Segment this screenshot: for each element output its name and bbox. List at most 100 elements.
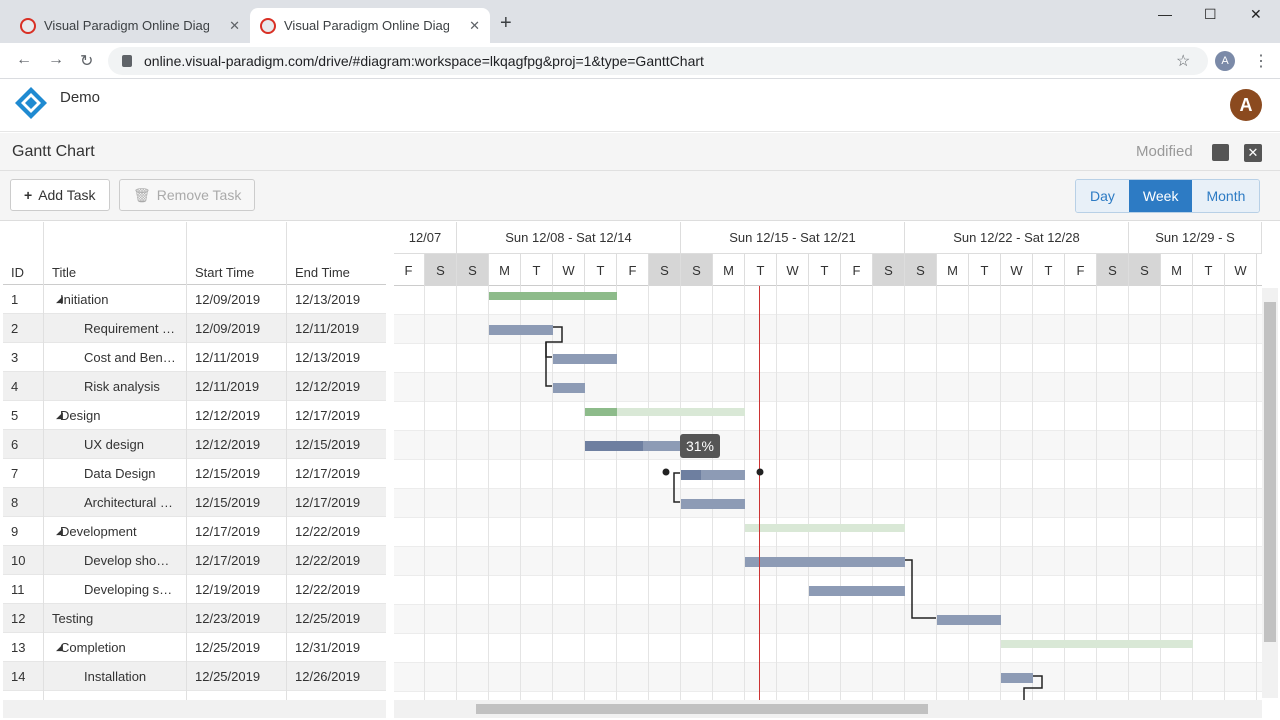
task-bar[interactable]: [1001, 673, 1033, 683]
table-row[interactable]: 6 UX design 12/12/2019 12/15/2019: [3, 430, 386, 459]
vertical-scroll-thumb[interactable]: [1264, 302, 1276, 642]
row-end[interactable]: 12/17/2019: [295, 408, 360, 423]
task-bar[interactable]: [745, 557, 905, 567]
bookmark-star-icon[interactable]: ☆: [1176, 51, 1190, 71]
row-title[interactable]: Data Design: [84, 466, 182, 481]
table-row[interactable]: 12 Testing 12/23/2019 12/25/2019: [3, 604, 386, 633]
task-bar[interactable]: [489, 325, 553, 335]
view-day-button[interactable]: Day: [1076, 180, 1129, 212]
row-start[interactable]: 12/25/2019: [195, 640, 260, 655]
row-title[interactable]: Architectural …: [84, 495, 182, 510]
add-task-button[interactable]: + Add Task: [10, 179, 110, 211]
row-start[interactable]: 12/25/2019: [195, 669, 260, 684]
remove-task-button[interactable]: 🗑 Remove Task: [119, 179, 256, 211]
summary-bar[interactable]: [585, 408, 745, 416]
table-row[interactable]: 10 Develop sho… 12/17/2019 12/22/2019: [3, 546, 386, 575]
back-icon[interactable]: ←: [16, 51, 32, 69]
summary-bar[interactable]: [745, 524, 905, 532]
url-field[interactable]: online.visual-paradigm.com/drive/#diagra…: [108, 47, 1208, 75]
row-end[interactable]: 12/26/2019: [295, 669, 360, 684]
row-start[interactable]: 12/12/2019: [195, 437, 260, 452]
row-title[interactable]: Design: [60, 408, 182, 423]
summary-bar[interactable]: [1001, 640, 1193, 648]
task-bar[interactable]: [553, 383, 585, 393]
row-start[interactable]: 12/11/2019: [195, 350, 259, 365]
row-start[interactable]: 12/17/2019: [195, 553, 260, 568]
view-week-button[interactable]: Week: [1128, 180, 1193, 212]
browser-menu-icon[interactable]: ⋮: [1253, 51, 1269, 71]
row-start[interactable]: 12/23/2019: [195, 611, 260, 626]
row-start[interactable]: 12/15/2019: [195, 495, 260, 510]
window-close-icon[interactable]: ✕: [1250, 6, 1262, 23]
row-start[interactable]: 12/17/2019: [195, 524, 260, 539]
column-header-start[interactable]: Start Time: [195, 265, 254, 280]
new-tab-icon[interactable]: +: [500, 12, 512, 35]
table-row[interactable]: 9 ◢ Development 12/17/2019 12/22/2019: [3, 517, 386, 546]
row-title[interactable]: Risk analysis: [84, 379, 182, 394]
summary-bar[interactable]: [489, 292, 617, 300]
table-row[interactable]: 13 ◢ Completion 12/25/2019 12/31/2019: [3, 633, 386, 662]
column-header-title[interactable]: Title: [52, 265, 76, 280]
browser-tab-2[interactable]: Visual Paradigm Online Diagrams ✕: [250, 8, 490, 43]
browser-tab-1[interactable]: Visual Paradigm Online Diagrams ✕: [10, 8, 250, 43]
close-tab-icon[interactable]: ✕: [229, 18, 240, 34]
table-row[interactable]: 7 Data Design 12/15/2019 12/17/2019: [3, 459, 386, 488]
vertical-scrollbar[interactable]: [1262, 288, 1278, 698]
row-end[interactable]: 12/11/2019: [295, 321, 359, 336]
row-end[interactable]: 12/13/2019: [295, 350, 360, 365]
user-avatar[interactable]: A: [1230, 89, 1262, 121]
save-icon[interactable]: [1212, 144, 1229, 161]
forward-icon[interactable]: →: [48, 51, 64, 69]
close-document-icon[interactable]: ✕: [1244, 144, 1262, 162]
task-bar[interactable]: [553, 354, 617, 364]
row-start[interactable]: 12/15/2019: [195, 466, 260, 481]
horizontal-scroll-thumb[interactable]: [476, 704, 928, 714]
row-end[interactable]: 12/25/2019: [295, 611, 360, 626]
row-end[interactable]: 12/13/2019: [295, 292, 360, 307]
table-row[interactable]: 2 Requirement … 12/09/2019 12/11/2019: [3, 314, 386, 343]
row-title[interactable]: Testing: [52, 611, 182, 626]
row-end[interactable]: 12/22/2019: [295, 524, 360, 539]
close-tab-icon[interactable]: ✕: [469, 18, 480, 34]
row-title[interactable]: Requirement …: [84, 321, 182, 336]
table-row[interactable]: 1 ◢ Initiation 12/09/2019 12/13/2019: [3, 285, 386, 314]
row-end[interactable]: 12/22/2019: [295, 553, 360, 568]
task-bar[interactable]: [809, 586, 905, 596]
table-row[interactable]: 11 Developing s… 12/19/2019 12/22/2019: [3, 575, 386, 604]
task-bar[interactable]: [937, 615, 1001, 625]
row-start[interactable]: 12/19/2019: [195, 582, 260, 597]
row-start[interactable]: 12/09/2019: [195, 292, 260, 307]
minimize-icon[interactable]: —: [1158, 6, 1172, 22]
view-month-button[interactable]: Month: [1192, 180, 1260, 212]
row-title[interactable]: Completion: [60, 640, 182, 655]
task-bar[interactable]: [585, 441, 681, 451]
row-title[interactable]: Installation: [84, 669, 182, 684]
table-row[interactable]: 8 Architectural … 12/15/2019 12/17/2019: [3, 488, 386, 517]
row-end[interactable]: 12/17/2019: [295, 495, 360, 510]
row-start[interactable]: 12/11/2019: [195, 379, 259, 394]
row-title[interactable]: Development: [60, 524, 182, 539]
row-title[interactable]: Cost and Ben…: [84, 350, 182, 365]
task-bar[interactable]: [681, 499, 745, 509]
row-end[interactable]: 12/31/2019: [295, 640, 360, 655]
app-name[interactable]: Demo: [60, 89, 100, 106]
maximize-icon[interactable]: ☐: [1204, 6, 1217, 23]
table-row[interactable]: 14 Installation 12/25/2019 12/26/2019: [3, 662, 386, 691]
table-row[interactable]: 5 ◢ Design 12/12/2019 12/17/2019: [3, 401, 386, 430]
row-end[interactable]: 12/15/2019: [295, 437, 360, 452]
row-start[interactable]: 12/09/2019: [195, 321, 260, 336]
row-end[interactable]: 12/17/2019: [295, 466, 360, 481]
chart-horizontal-scrollbar[interactable]: [394, 700, 1262, 718]
reload-icon[interactable]: ↻: [80, 51, 93, 71]
table-row[interactable]: 4 Risk analysis 12/11/2019 12/12/2019: [3, 372, 386, 401]
row-title[interactable]: Develop sho…: [84, 553, 182, 568]
row-title[interactable]: Initiation: [60, 292, 182, 307]
column-header-id[interactable]: ID: [11, 265, 24, 280]
row-title[interactable]: Developing s…: [84, 582, 182, 597]
row-title[interactable]: UX design: [84, 437, 182, 452]
table-row[interactable]: 3 Cost and Ben… 12/11/2019 12/13/2019: [3, 343, 386, 372]
app-logo-icon[interactable]: [14, 86, 48, 120]
row-end[interactable]: 12/12/2019: [295, 379, 360, 394]
column-header-end[interactable]: End Time: [295, 265, 350, 280]
task-bar[interactable]: [681, 470, 745, 480]
